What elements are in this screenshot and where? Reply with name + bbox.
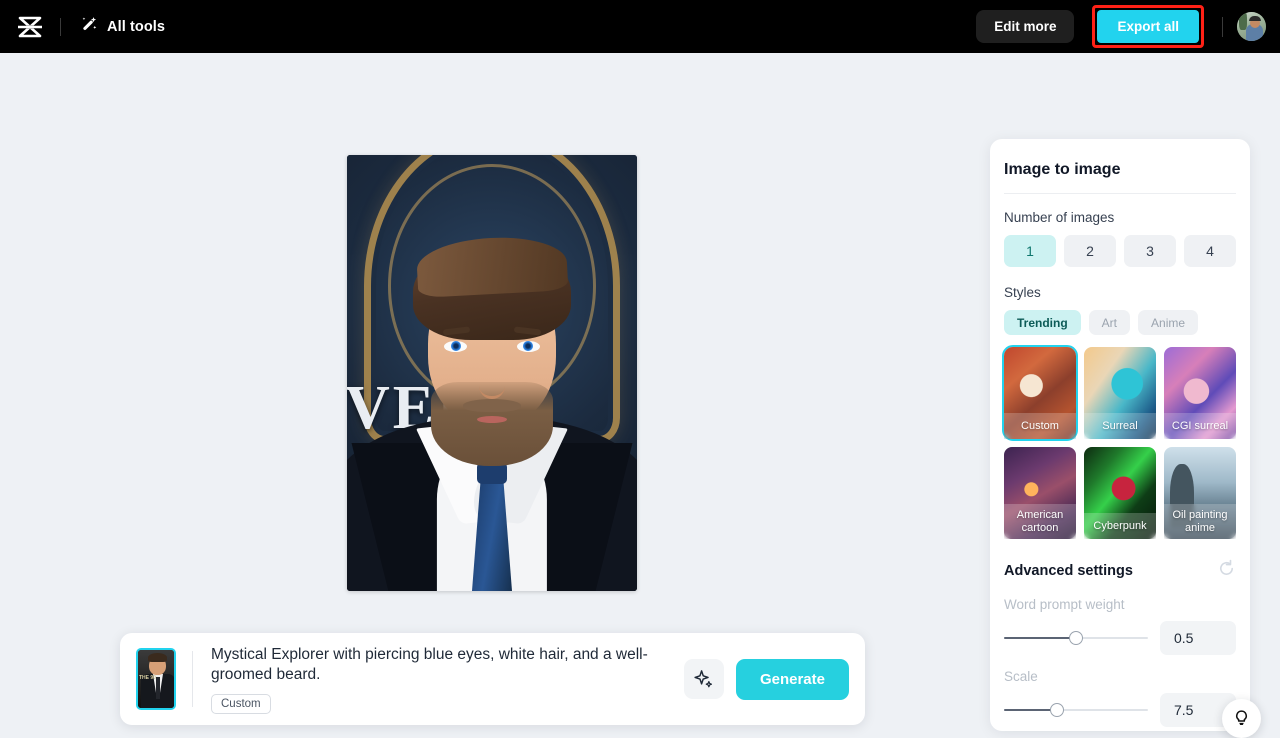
style-card-label: Custom [1004, 413, 1076, 439]
avatar[interactable] [1237, 12, 1266, 41]
style-card-cyberpunk[interactable]: Cyberpunk [1084, 447, 1156, 539]
panel-divider [1004, 193, 1236, 194]
source-image-thumbnail[interactable]: THE 90 [136, 648, 176, 710]
prompt-bar: THE 90 Mystical Explorer with piercing b… [120, 633, 865, 725]
style-card-label: Oil painting anime [1164, 504, 1236, 539]
style-card-label: American cartoon [1004, 504, 1076, 539]
styles-tab-trending[interactable]: Trending [1004, 310, 1081, 335]
number-of-images-group: 1 2 3 4 [1004, 235, 1236, 267]
styles-label: Styles [1004, 285, 1041, 300]
number-option-3[interactable]: 3 [1124, 235, 1176, 267]
panel-title: Image to image [1004, 161, 1121, 178]
thumbnail-caption: THE 90 [139, 675, 156, 681]
word-prompt-weight-label: Word prompt weight [1004, 597, 1125, 612]
all-tools-label: All tools [107, 18, 166, 35]
styles-tab-group: Trending Art Anime [1004, 310, 1236, 335]
number-option-4[interactable]: 4 [1184, 235, 1236, 267]
style-card-label: CGI surreal [1164, 413, 1236, 439]
image-to-image-panel: Image to image Number of images 1 2 3 4 … [990, 139, 1250, 731]
style-card-oil-painting-anime[interactable]: Oil painting anime [1164, 447, 1236, 539]
prompt-divider [192, 651, 193, 707]
generated-image-preview[interactable]: VEL [347, 155, 637, 591]
magic-wand-icon [79, 15, 98, 39]
style-card-american-cartoon[interactable]: American cartoon [1004, 447, 1076, 539]
top-divider-2 [1222, 16, 1223, 37]
scale-slider[interactable] [1004, 703, 1148, 717]
top-divider [60, 17, 61, 36]
all-tools-button[interactable]: All tools [79, 15, 165, 39]
top-bar: All tools Edit more Export all [0, 0, 1280, 53]
prompt-text[interactable]: Mystical Explorer with piercing blue eye… [211, 645, 684, 685]
style-card-label: Cyberpunk [1084, 513, 1156, 539]
style-card-custom[interactable]: Custom [1002, 345, 1078, 441]
scale-label: Scale [1004, 669, 1038, 684]
styles-tab-art[interactable]: Art [1088, 310, 1131, 335]
styles-tab-anime[interactable]: Anime [1138, 310, 1199, 335]
number-of-images-label: Number of images [1004, 210, 1115, 225]
advanced-settings-title: Advanced settings [1004, 563, 1133, 579]
number-option-1[interactable]: 1 [1004, 235, 1056, 267]
prompt-style-tag[interactable]: Custom [211, 693, 271, 714]
word-prompt-weight-value[interactable]: 0.5 [1160, 621, 1236, 655]
sparkle-icon[interactable] [683, 659, 724, 699]
reset-icon[interactable] [1217, 559, 1236, 583]
word-prompt-weight-row: 0.5 [1004, 621, 1236, 655]
top-bar-actions: Edit more Export all [976, 5, 1280, 48]
canvas-area: VEL THE 90 Mystical Explorer with pierci… [0, 53, 1280, 738]
edit-more-button[interactable]: Edit more [976, 10, 1075, 43]
export-all-button[interactable]: Export all [1097, 10, 1199, 43]
style-card-surreal[interactable]: Surreal [1084, 347, 1156, 439]
prompt-body: Mystical Explorer with piercing blue eye… [211, 645, 684, 714]
scale-row: 7.5 [1004, 693, 1236, 727]
advanced-settings-header: Advanced settings [1004, 539, 1236, 597]
style-card-cgi-surreal[interactable]: CGI surreal [1164, 347, 1236, 439]
styles-grid: Custom Surreal CGI surreal American cart… [1002, 345, 1236, 539]
export-all-highlight: Export all [1092, 5, 1204, 48]
number-option-2[interactable]: 2 [1064, 235, 1116, 267]
capcut-logo[interactable] [0, 16, 60, 38]
style-card-label: Surreal [1084, 413, 1156, 439]
word-prompt-weight-slider[interactable] [1004, 631, 1148, 645]
generate-button[interactable]: Generate [735, 658, 849, 700]
